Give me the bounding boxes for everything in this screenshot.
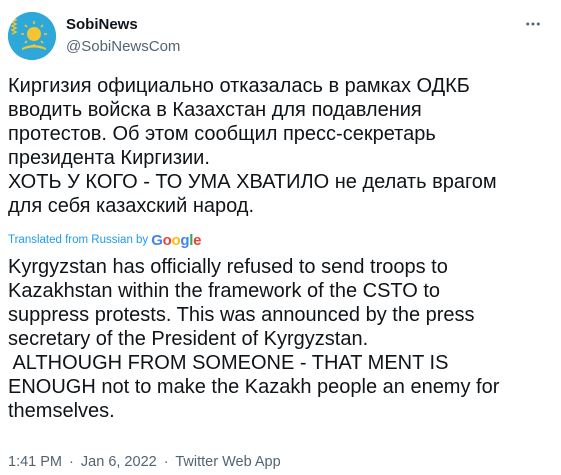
tweet-date[interactable]: Jan 6, 2022: [81, 454, 157, 470]
meta-separator: ·: [69, 454, 74, 470]
translation-line: ALTHOUGH FROM SOMEONE - THAT MENT IS: [8, 352, 449, 374]
tweet-text-line: президента Киргизии.: [8, 147, 210, 169]
tweet-text-line: ХОТЬ У КОГО - ТО УМА ХВАТИЛО не делать в…: [8, 171, 497, 193]
translation-line: suppress protests. This was announced by…: [8, 304, 475, 326]
translation-line: ENOUGH not to make the Kazakh people an …: [8, 376, 500, 398]
translation-line: Kyrgyzstan has officially refused to sen…: [8, 256, 448, 278]
translation-attribution[interactable]: Translated from Russian by Google: [8, 233, 201, 248]
author-block: SobiNews @SobiNewsCom: [66, 16, 180, 56]
meta-separator: ·: [163, 454, 169, 470]
more-horizontal-icon: [526, 22, 540, 26]
tweet-meta: 1:41 PM · Jan 6, 2022 · Twitter Web App: [8, 453, 281, 471]
avatar[interactable]: [8, 12, 56, 60]
tweet-text-original: Киргизия официально отказалась в рамках …: [8, 74, 548, 218]
tweet-source[interactable]: Twitter Web App: [175, 454, 280, 470]
google-logo: Google: [151, 232, 202, 249]
kazakhstan-flag-avatar-icon: [8, 12, 56, 60]
tweet-text-line: протестов. Об этом сообщил пресс-секрета…: [8, 123, 436, 145]
translation-line: themselves.: [8, 400, 115, 422]
translation-line: secretary of the President of Kyrgyzstan…: [8, 328, 369, 350]
tweet-text-line: для себя казахский народ.: [8, 195, 255, 217]
tweet-card: SobiNews @SobiNewsCom Киргизия официальн…: [0, 0, 561, 475]
tweet-time[interactable]: 1:41 PM: [8, 454, 62, 470]
more-options-button[interactable]: [521, 12, 545, 36]
translated-label: Translated from Russian by: [8, 234, 149, 246]
translation-line: Kazakhstan within the framework of the C…: [8, 280, 441, 302]
tweet-header: SobiNews @SobiNewsCom: [8, 12, 553, 62]
tweet-text-line: Киргизия официально отказалась в рамках …: [8, 75, 470, 97]
tweet-text-line: вводить войска в Казахстан для подавлени…: [8, 99, 422, 121]
display-name[interactable]: SobiNews: [66, 16, 180, 34]
user-handle[interactable]: @SobiNewsCom: [66, 38, 180, 56]
tweet-text-translation: Kyrgyzstan has officially refused to sen…: [8, 255, 553, 423]
